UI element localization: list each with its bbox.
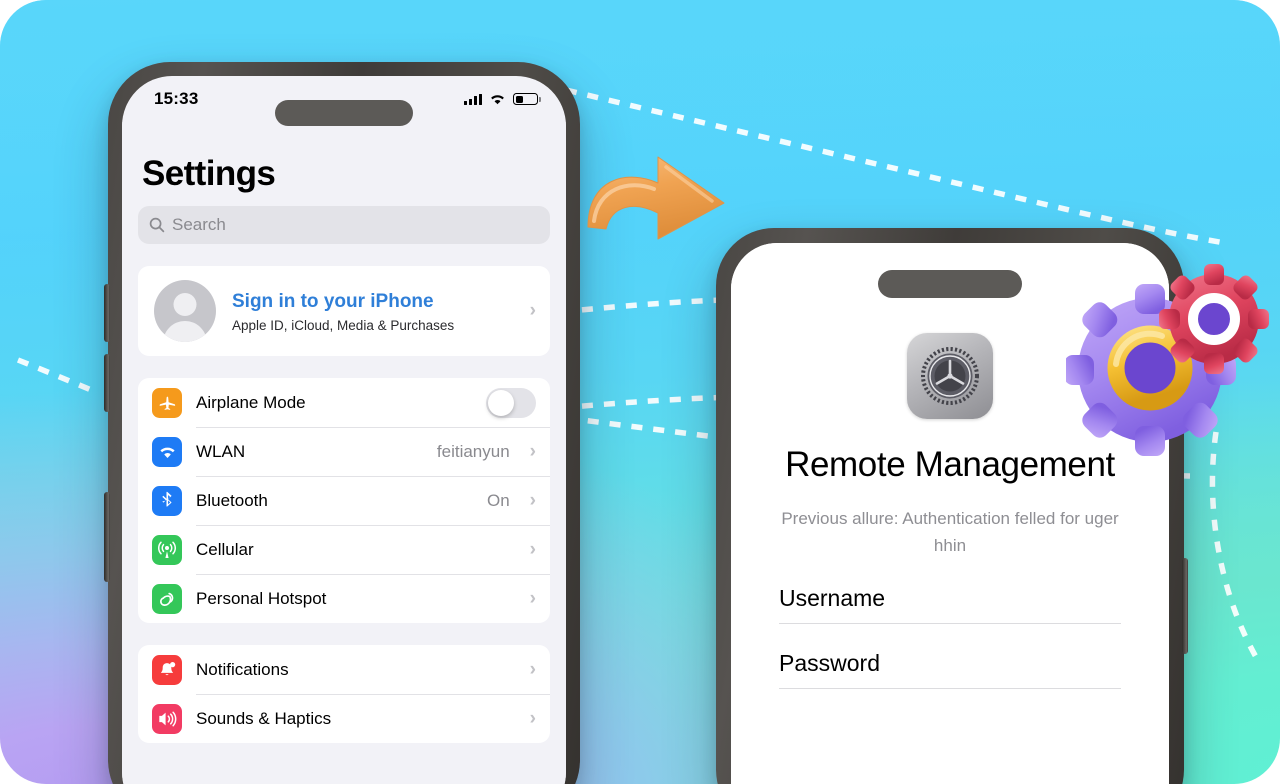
dynamic-island (275, 100, 413, 126)
chevron-right-icon: › (529, 538, 536, 560)
row-label: Sounds & Haptics (196, 708, 332, 728)
right-phone-screen: Remote Management Previous allure: Authe… (731, 243, 1169, 784)
left-phone-power-button[interactable] (104, 492, 110, 582)
wifi-icon (491, 95, 504, 105)
connectivity-group: Airplane Mode WLAN feitianyun › Bluetoot… (138, 378, 550, 623)
chevron-right-icon: › (529, 300, 536, 321)
screenshot-stage: 15:33 Settings Search Sign in to your iP… (0, 0, 1280, 784)
status-bar-indicators (464, 93, 541, 105)
airplane-mode-toggle[interactable] (486, 387, 536, 418)
row-label: Personal Hotspot (196, 588, 327, 608)
search-icon (149, 217, 165, 233)
chevron-right-icon: › (529, 489, 536, 511)
apple-id-group: Sign in to your iPhone Apple ID, iCloud,… (138, 266, 550, 356)
username-label: Username (779, 584, 886, 611)
cellular-antenna-icon (152, 534, 182, 565)
right-phone-power-button[interactable] (1182, 558, 1188, 654)
password-field[interactable]: Password (779, 650, 1121, 689)
status-bar-time: 15:33 (154, 89, 199, 108)
row-value: On (486, 490, 510, 510)
account-texts: Sign in to your iPhone Apple ID, iCloud,… (232, 289, 508, 333)
password-label: Password (779, 649, 880, 676)
battery-low-icon (513, 93, 541, 105)
chevron-right-icon: › (529, 440, 536, 462)
remote-management-title: Remote Management (785, 445, 1115, 484)
left-phone-volume-up-button[interactable] (104, 284, 110, 342)
cellular-signal-icon (464, 93, 482, 105)
right-phone-device: Remote Management Previous allure: Authe… (716, 228, 1188, 784)
chevron-right-icon: › (529, 658, 536, 680)
chevron-right-icon: › (529, 587, 536, 609)
row-bluetooth[interactable]: Bluetooth On › (138, 476, 550, 525)
chevron-right-icon: › (529, 707, 536, 729)
row-airplane-mode[interactable]: Airplane Mode (138, 378, 550, 427)
airplane-icon (152, 387, 182, 418)
page-title: Settings (142, 154, 276, 193)
notifications-group: Notifications › Sounds & Haptics › (138, 645, 550, 743)
row-notifications[interactable]: Notifications › (138, 645, 550, 694)
row-label: Bluetooth (196, 490, 268, 510)
row-label: WLAN (196, 441, 246, 461)
remote-management-page: Remote Management Previous allure: Authe… (731, 243, 1169, 784)
remote-management-subtitle: Previous allure: Authentication felled f… (781, 508, 1119, 555)
search-input[interactable]: Search (138, 206, 550, 244)
row-sounds-haptics[interactable]: Sounds & Haptics › (138, 694, 550, 743)
row-personal-hotspot[interactable]: Personal Hotspot › (138, 574, 550, 623)
row-wlan[interactable]: WLAN feitianyun › (138, 427, 550, 476)
dynamic-island (878, 270, 1022, 298)
row-label: Notifications (196, 659, 289, 679)
hotspot-link-icon (152, 583, 182, 614)
settings-scroll-area[interactable]: Settings Search Sign in to your iPhone A… (122, 122, 566, 784)
username-field[interactable]: Username (779, 585, 1121, 624)
left-phone-screen: 15:33 Settings Search Sign in to your iP… (122, 76, 566, 784)
left-phone-volume-down-button[interactable] (104, 354, 110, 412)
bell-icon (152, 654, 182, 685)
wifi-icon (152, 436, 182, 467)
row-label: Cellular (196, 539, 254, 559)
sign-in-title: Sign in to your iPhone (232, 291, 434, 313)
person-avatar-icon (154, 280, 216, 342)
row-label: Airplane Mode (196, 392, 306, 412)
sign-in-row[interactable]: Sign in to your iPhone Apple ID, iCloud,… (138, 266, 550, 356)
row-value: feitianyun (436, 441, 510, 461)
search-placeholder: Search (172, 215, 226, 234)
left-phone-device: 15:33 Settings Search Sign in to your iP… (104, 62, 580, 784)
sign-in-subtitle: Apple ID, iCloud, Media & Purchases (232, 317, 455, 333)
row-cellular[interactable]: Cellular › (138, 525, 550, 574)
settings-gear-icon (907, 333, 993, 419)
bluetooth-icon (152, 485, 182, 516)
speaker-icon (152, 703, 182, 734)
